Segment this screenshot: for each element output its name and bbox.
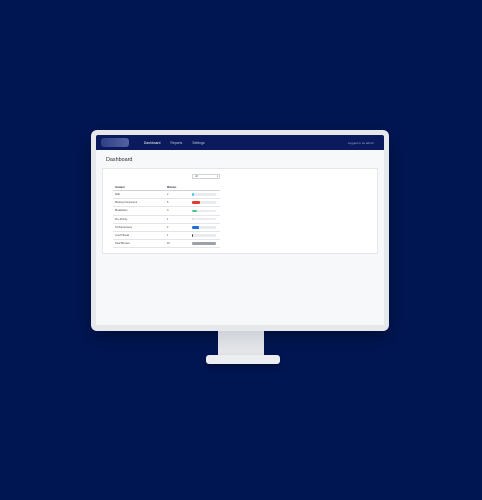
minutes-value: 2 (167, 193, 169, 197)
progress-bar (192, 226, 216, 229)
progress-cell (192, 193, 218, 196)
progress-bar (192, 201, 216, 205)
brand-logo[interactable] (101, 138, 129, 147)
nav-links: Dashboard Reports Settings (144, 135, 205, 150)
incident-card: All ▾ Incident Minutes Wait 2 Missing Comp… (102, 168, 378, 254)
progress-bar (192, 193, 216, 196)
minutes-value: 1 (167, 234, 169, 238)
incident-table: Incident Minutes Wait 2 Missing Component 5… (113, 184, 220, 249)
incident-label: Wait (115, 193, 120, 197)
progress-bar-fill (192, 234, 194, 237)
incident-label: Lunch Break (115, 234, 130, 238)
table-row[interactable]: Missing Component 5 (113, 199, 220, 208)
top-navigation-bar: Dashboard Reports Settings Logged in as … (96, 135, 384, 150)
table-row[interactable]: Pre-Priority 1 (113, 216, 220, 224)
screen: Dashboard Reports Settings Logged in as … (96, 135, 384, 325)
table-row[interactable]: Wait 2 (113, 191, 220, 200)
filter-select[interactable]: All ▾ (192, 174, 220, 179)
minutes-value: 1 (167, 217, 169, 221)
table-row[interactable]: Breakdown 3 (113, 207, 220, 216)
progress-bar (192, 242, 216, 246)
progress-bar (192, 234, 216, 237)
minutes-value: 3 (167, 209, 169, 213)
filter-select-value: All (195, 175, 198, 178)
progress-bar-fill (192, 201, 201, 205)
incident-label: Pre-Priority (115, 217, 128, 221)
monitor-stand-neck (218, 331, 264, 357)
progress-bar-fill (192, 217, 194, 221)
progress-cell (192, 217, 218, 221)
nav-link-reports[interactable]: Reports (171, 141, 183, 145)
incident-label: Breakdown (115, 209, 128, 213)
progress-bar (192, 209, 216, 213)
column-header-incident: Incident (115, 185, 125, 189)
progress-bar-fill (192, 242, 216, 246)
progress-cell (192, 234, 218, 237)
monitor-frame: Dashboard Reports Settings Logged in as … (91, 130, 389, 331)
page-title: Dashboard (106, 157, 133, 163)
progress-cell (192, 201, 218, 205)
table-row[interactable]: Lunch Break 1 (113, 232, 220, 241)
progress-bar-fill (192, 193, 195, 196)
progress-cell (192, 242, 218, 246)
incident-label: Technical Issue (115, 225, 133, 229)
page-content: Dashboard All ▾ Incident Minutes Wait 2 Mi… (96, 150, 384, 261)
table-header-row: Incident Minutes (113, 184, 220, 191)
minutes-value: 4 (167, 225, 169, 229)
progress-cell (192, 226, 218, 229)
progress-cell (192, 209, 218, 213)
table-row[interactable]: Technical Issue 4 (113, 224, 220, 232)
column-header-minutes: Minutes (167, 185, 177, 189)
minutes-value: 16 (167, 242, 170, 246)
incident-label: Missing Component (115, 201, 138, 205)
progress-bar (192, 217, 216, 221)
progress-bar-fill (192, 226, 200, 229)
user-menu[interactable]: Logged in as admin (348, 135, 374, 150)
chevron-down-icon: ▾ (216, 175, 218, 178)
minutes-value: 5 (167, 201, 169, 205)
monitor-stand-foot (206, 355, 280, 364)
table-row[interactable]: Total Minutes 16 (113, 240, 220, 249)
progress-bar-fill (192, 209, 197, 213)
nav-link-dashboard[interactable]: Dashboard (144, 141, 161, 145)
incident-label: Total Minutes (115, 242, 130, 246)
nav-link-settings[interactable]: Settings (192, 141, 204, 145)
